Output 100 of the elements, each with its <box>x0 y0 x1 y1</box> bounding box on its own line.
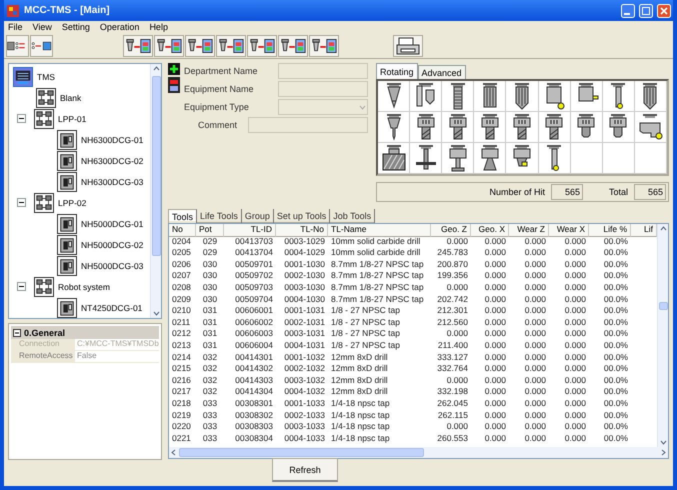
table-cell-text: 0.000 <box>446 236 469 248</box>
table-cell-text: 032 <box>202 352 218 364</box>
table-cell-text: 332.764 <box>436 363 469 375</box>
table-cell-text: 033 <box>202 410 218 422</box>
tool-transfer-icon <box>248 36 276 54</box>
table-cell-text: 1/8 - 27 NPSC tap <box>330 328 401 340</box>
total-value: 565 <box>634 184 666 200</box>
toolbar-button[interactable] <box>6 34 29 56</box>
table-cell-text: 0.000 <box>524 352 547 364</box>
menu-item[interactable]: Operation <box>100 22 140 32</box>
scroll-up-icon[interactable] <box>658 224 668 233</box>
table-cell-text: 0.000 <box>484 294 507 306</box>
table-cell-text: 00.0% <box>602 352 629 364</box>
horizontal-scrollbar[interactable] <box>169 447 668 458</box>
table-cell-text: 030 <box>202 294 218 306</box>
tree-item[interactable]: Blank <box>59 92 82 104</box>
tab[interactable]: Group <box>242 209 274 223</box>
minimize-icon[interactable] <box>621 4 635 18</box>
scrollbar-thumb[interactable] <box>179 448 424 457</box>
tool-transfer-icon <box>124 36 152 54</box>
toolbar-button[interactable] <box>123 34 153 56</box>
scroll-up-icon[interactable] <box>152 64 160 73</box>
scrollbar-thumb[interactable] <box>152 76 160 256</box>
scroll-down-icon[interactable] <box>658 438 668 447</box>
tree-item[interactable]: NH5000DCG-01 <box>80 218 144 230</box>
tree-item[interactable]: NH6300DCG-03 <box>80 176 144 188</box>
input-field[interactable] <box>278 63 368 79</box>
tree-item[interactable]: NH5000DCG-03 <box>80 260 144 272</box>
toolbar-button[interactable] <box>216 34 246 56</box>
tab[interactable]: Tools <box>168 209 198 223</box>
tree-item[interactable]: LPP-02 <box>57 196 88 208</box>
tree-item[interactable]: Robot system <box>57 280 111 292</box>
table-cell-text: 00413703 <box>234 236 274 248</box>
table-cell-text: 00.0% <box>602 363 629 375</box>
column-header[interactable]: Geo. X <box>471 224 509 237</box>
tab[interactable]: Advanced <box>418 65 466 79</box>
input-field[interactable] <box>248 117 368 133</box>
field-label: Equipment Name <box>184 84 255 94</box>
tree-item[interactable]: LPP-01 <box>57 112 88 124</box>
column-header[interactable]: Life % <box>589 224 631 237</box>
table-cell-text: 0.000 <box>524 316 547 328</box>
toolbar-button[interactable] <box>30 34 53 56</box>
hit-count-label: Number of Hit <box>489 187 545 197</box>
table-cell-text: 0.000 <box>524 270 547 282</box>
tree-item[interactable]: TMS <box>36 70 56 82</box>
column-header[interactable]: TL-Name <box>328 224 431 237</box>
menu-item[interactable]: File <box>8 22 23 32</box>
close-icon[interactable] <box>657 4 671 18</box>
tab[interactable]: Job Tools <box>330 209 376 223</box>
table-cell-text: 00.0% <box>602 316 629 328</box>
scrollbar-thumb[interactable] <box>658 302 668 310</box>
tab[interactable]: Life Tools <box>197 209 242 223</box>
maximize-icon[interactable] <box>639 4 653 18</box>
table-cell-text: 0003-1031 <box>283 328 326 340</box>
column-header[interactable]: Lif <box>631 224 657 237</box>
column-header[interactable]: Wear Z <box>509 224 549 237</box>
tree-item[interactable]: NH6300DCG-02 <box>80 154 144 166</box>
toolbar-button[interactable] <box>185 34 215 56</box>
print-button[interactable] <box>393 34 423 56</box>
menu-item[interactable]: Help <box>149 22 168 32</box>
scroll-down-icon[interactable] <box>152 309 160 318</box>
table-cell-text: 12mm 8xD drill <box>330 352 389 364</box>
column-header[interactable]: Geo. Z <box>431 224 471 237</box>
scrollbar[interactable] <box>657 224 668 447</box>
tab[interactable]: Rotating <box>376 63 418 79</box>
toolbar-button[interactable] <box>309 34 339 56</box>
toolbar-button[interactable] <box>154 34 184 56</box>
column-header[interactable]: Pot <box>196 224 224 237</box>
table-cell-text: 032 <box>202 363 218 375</box>
delete-icon[interactable] <box>168 77 180 93</box>
input-field[interactable] <box>278 81 368 97</box>
table-cell-text: 0003-1033 <box>283 421 326 433</box>
tab[interactable]: Set up Tools <box>274 209 330 223</box>
table-cell-text: 00.0% <box>602 421 629 433</box>
table-cell-text: 0004-1032 <box>283 386 326 398</box>
toolbar-button[interactable] <box>247 34 277 56</box>
scrollbar[interactable] <box>150 64 161 318</box>
menu-item[interactable]: Setting <box>62 22 90 32</box>
table-cell-text: 00.0% <box>602 410 629 422</box>
refresh-button[interactable]: Refresh <box>272 458 338 482</box>
column-header[interactable]: Wear X <box>549 224 589 237</box>
table-cell-text: 0.000 <box>446 328 469 340</box>
tree-item[interactable]: NT4250DCG-01 <box>80 302 144 314</box>
table-cell-text: 0204 <box>171 236 192 248</box>
collapse-toggle[interactable] <box>17 198 26 207</box>
table-cell-text: 00.0% <box>602 328 629 340</box>
column-header[interactable]: TL-ID <box>224 224 276 237</box>
column-header[interactable]: No <box>169 224 196 237</box>
collapse-toggle[interactable] <box>17 282 26 291</box>
table-cell-text: 0001-1032 <box>283 352 326 364</box>
tree-item[interactable]: NH6300DCG-01 <box>80 134 144 146</box>
menu-item[interactable]: View <box>32 22 52 32</box>
tree-item[interactable]: NH5000DCG-02 <box>80 238 144 250</box>
toolbar-button[interactable] <box>278 34 308 56</box>
column-header[interactable]: TL-No <box>276 224 328 237</box>
table-cell-text: 0.000 <box>484 421 507 433</box>
collapse-toggle[interactable] <box>13 328 21 336</box>
table-cell-text: 1/8 - 27 NPSC tap <box>330 316 401 328</box>
collapse-toggle[interactable] <box>17 114 26 123</box>
add-icon[interactable] <box>168 63 180 75</box>
